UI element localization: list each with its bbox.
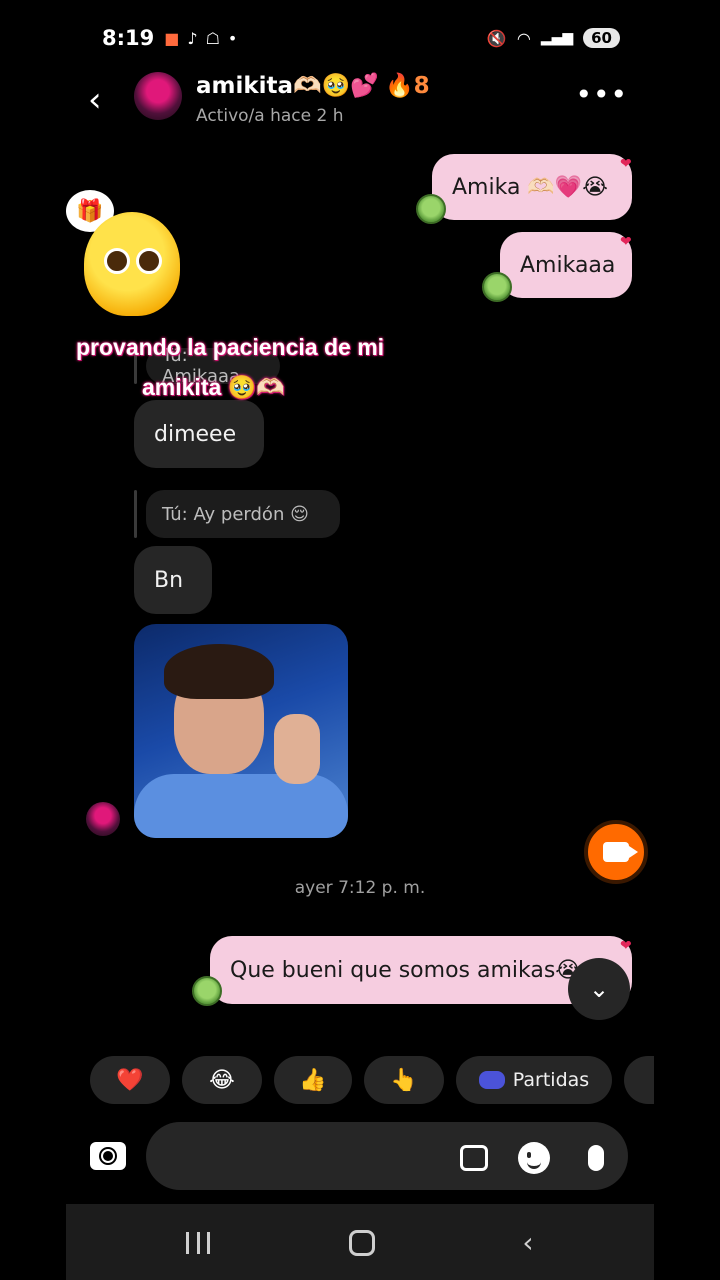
message-text: Amikaaa <box>520 252 616 278</box>
scroll-down-button[interactable]: ⌄ <box>568 958 630 1020</box>
quick-reply-bar: ❤️ 😂 👍 👆 Partidas <box>90 1056 654 1104</box>
frog-sticker-icon <box>192 976 222 1006</box>
message-input[interactable] <box>146 1122 628 1190</box>
message-text: Bn <box>154 567 184 593</box>
chevron-down-icon: ⌄ <box>588 975 610 1003</box>
microphone-icon <box>588 1145 604 1171</box>
video-camera-icon <box>603 842 638 862</box>
heart-reaction-icon: ❤ <box>620 938 632 954</box>
outgoing-message[interactable]: Amika 🫶🏻💗😭 <box>432 154 632 220</box>
contact-name-row[interactable]: amikita🫶🏻🥹💕 🔥8 <box>196 72 430 99</box>
gallery-icon <box>460 1145 488 1171</box>
heart-icon: ❤️ <box>116 1067 144 1093</box>
quick-reply-thumbs-up[interactable]: 👍 <box>274 1056 352 1104</box>
status-time: 8:19 <box>102 26 155 50</box>
back-nav-icon: ‹ <box>522 1226 534 1259</box>
shared-photo[interactable] <box>134 624 348 838</box>
heart-reaction-icon: ❤ <box>620 156 632 172</box>
pointing-hand-icon: 👆 <box>390 1067 418 1093</box>
back-button[interactable]: ‹ <box>508 1226 548 1260</box>
thumbs-up-hand <box>274 714 320 784</box>
recents-icon <box>186 1232 210 1254</box>
video-recording-icon: ■ <box>164 28 180 48</box>
signal-icon: ▂▄▆ <box>540 30 574 46</box>
reply-preview[interactable]: Tú: Ay perdón 😌 <box>146 490 340 538</box>
frog-sticker-icon <box>482 272 512 302</box>
message-timestamp: ayer 7:12 p. m. <box>294 878 426 898</box>
status-left-icons: ■ ♪ ☖ • <box>164 29 237 48</box>
frog-sticker-icon <box>416 194 446 224</box>
video-call-button[interactable] <box>584 820 648 884</box>
sender-avatar <box>86 802 120 836</box>
photo-hair <box>164 644 274 699</box>
dot-icon: • <box>227 28 238 48</box>
yellow-character-sticker <box>84 212 180 316</box>
incoming-message[interactable]: Bn <box>134 546 212 614</box>
games-label: Partidas <box>512 1069 590 1091</box>
snapchat-icon: ☖ <box>205 28 220 48</box>
wifi-icon: ◠ <box>516 28 531 48</box>
games-button[interactable]: Partidas <box>456 1056 612 1104</box>
photo-shirt <box>134 774 348 838</box>
message-text: dimeee <box>154 421 237 447</box>
contact-status: Activo/a hace 2 h <box>196 106 344 126</box>
gift-icon: 🎁 <box>76 198 104 224</box>
battery-indicator: 60 <box>583 28 620 48</box>
message-text: Amika 🫶🏻💗😭 <box>452 174 608 200</box>
contact-avatar[interactable] <box>134 72 182 120</box>
status-right-icons: 🔇 ◠ ▂▄▆ 60 <box>487 28 620 48</box>
laughing-emoji-icon: 😂 <box>209 1067 235 1093</box>
gallery-button[interactable] <box>458 1142 490 1174</box>
sticker-icon <box>518 1142 550 1174</box>
sticker-button[interactable] <box>518 1142 550 1174</box>
status-bar: 8:19 ■ ♪ ☖ • 🔇 ◠ ▂▄▆ 60 <box>102 22 620 54</box>
camera-lens-icon <box>101 1149 115 1163</box>
contact-name: amikita🫶🏻🥹💕 <box>196 73 379 99</box>
thumbs-up-icon: 👍 <box>299 1067 327 1093</box>
back-arrow-icon[interactable]: ‹ <box>88 80 102 120</box>
outgoing-message[interactable]: Amikaaa <box>500 232 632 298</box>
recents-button[interactable] <box>178 1226 218 1260</box>
quick-reply-heart[interactable]: ❤️ <box>90 1056 170 1104</box>
sticker-eye <box>136 248 162 274</box>
quick-reply-more[interactable] <box>624 1056 654 1104</box>
reply-indicator <box>134 490 137 538</box>
chat-header: ‹ amikita🫶🏻🥹💕 🔥8 Activo/a hace 2 h ••• <box>66 70 654 130</box>
mute-icon: 🔇 <box>486 28 507 48</box>
message-text: Que bueni que somos amikas😭 <box>230 957 582 983</box>
camera-button[interactable] <box>90 1142 126 1170</box>
overlay-caption-line2: amikita 🥹🫶🏻 <box>142 374 285 400</box>
sticker-eye <box>104 248 130 274</box>
incoming-message[interactable]: dimeee <box>134 400 264 468</box>
streak-count: 🔥8 <box>384 73 430 99</box>
heart-reaction-icon: ❤ <box>620 234 632 250</box>
quick-reply-laugh[interactable]: 😂 <box>182 1056 262 1104</box>
home-button[interactable] <box>342 1226 382 1260</box>
overlay-caption-line1: provando la paciencia de mi <box>76 334 385 360</box>
chat-screen: 8:19 ■ ♪ ☖ • 🔇 ◠ ▂▄▆ 60 ‹ amikita🫶🏻🥹💕 🔥8 … <box>66 0 654 1280</box>
more-options-icon[interactable]: ••• <box>575 78 628 111</box>
quick-reply-point[interactable]: 👆 <box>364 1056 444 1104</box>
system-nav-bar: ‹ <box>66 1204 654 1280</box>
reply-text: Tú: Ay perdón 😌 <box>162 503 309 525</box>
gamepad-icon <box>478 1071 505 1089</box>
voice-button[interactable] <box>580 1142 612 1174</box>
home-icon <box>349 1230 375 1256</box>
tiktok-icon: ♪ <box>187 28 198 48</box>
